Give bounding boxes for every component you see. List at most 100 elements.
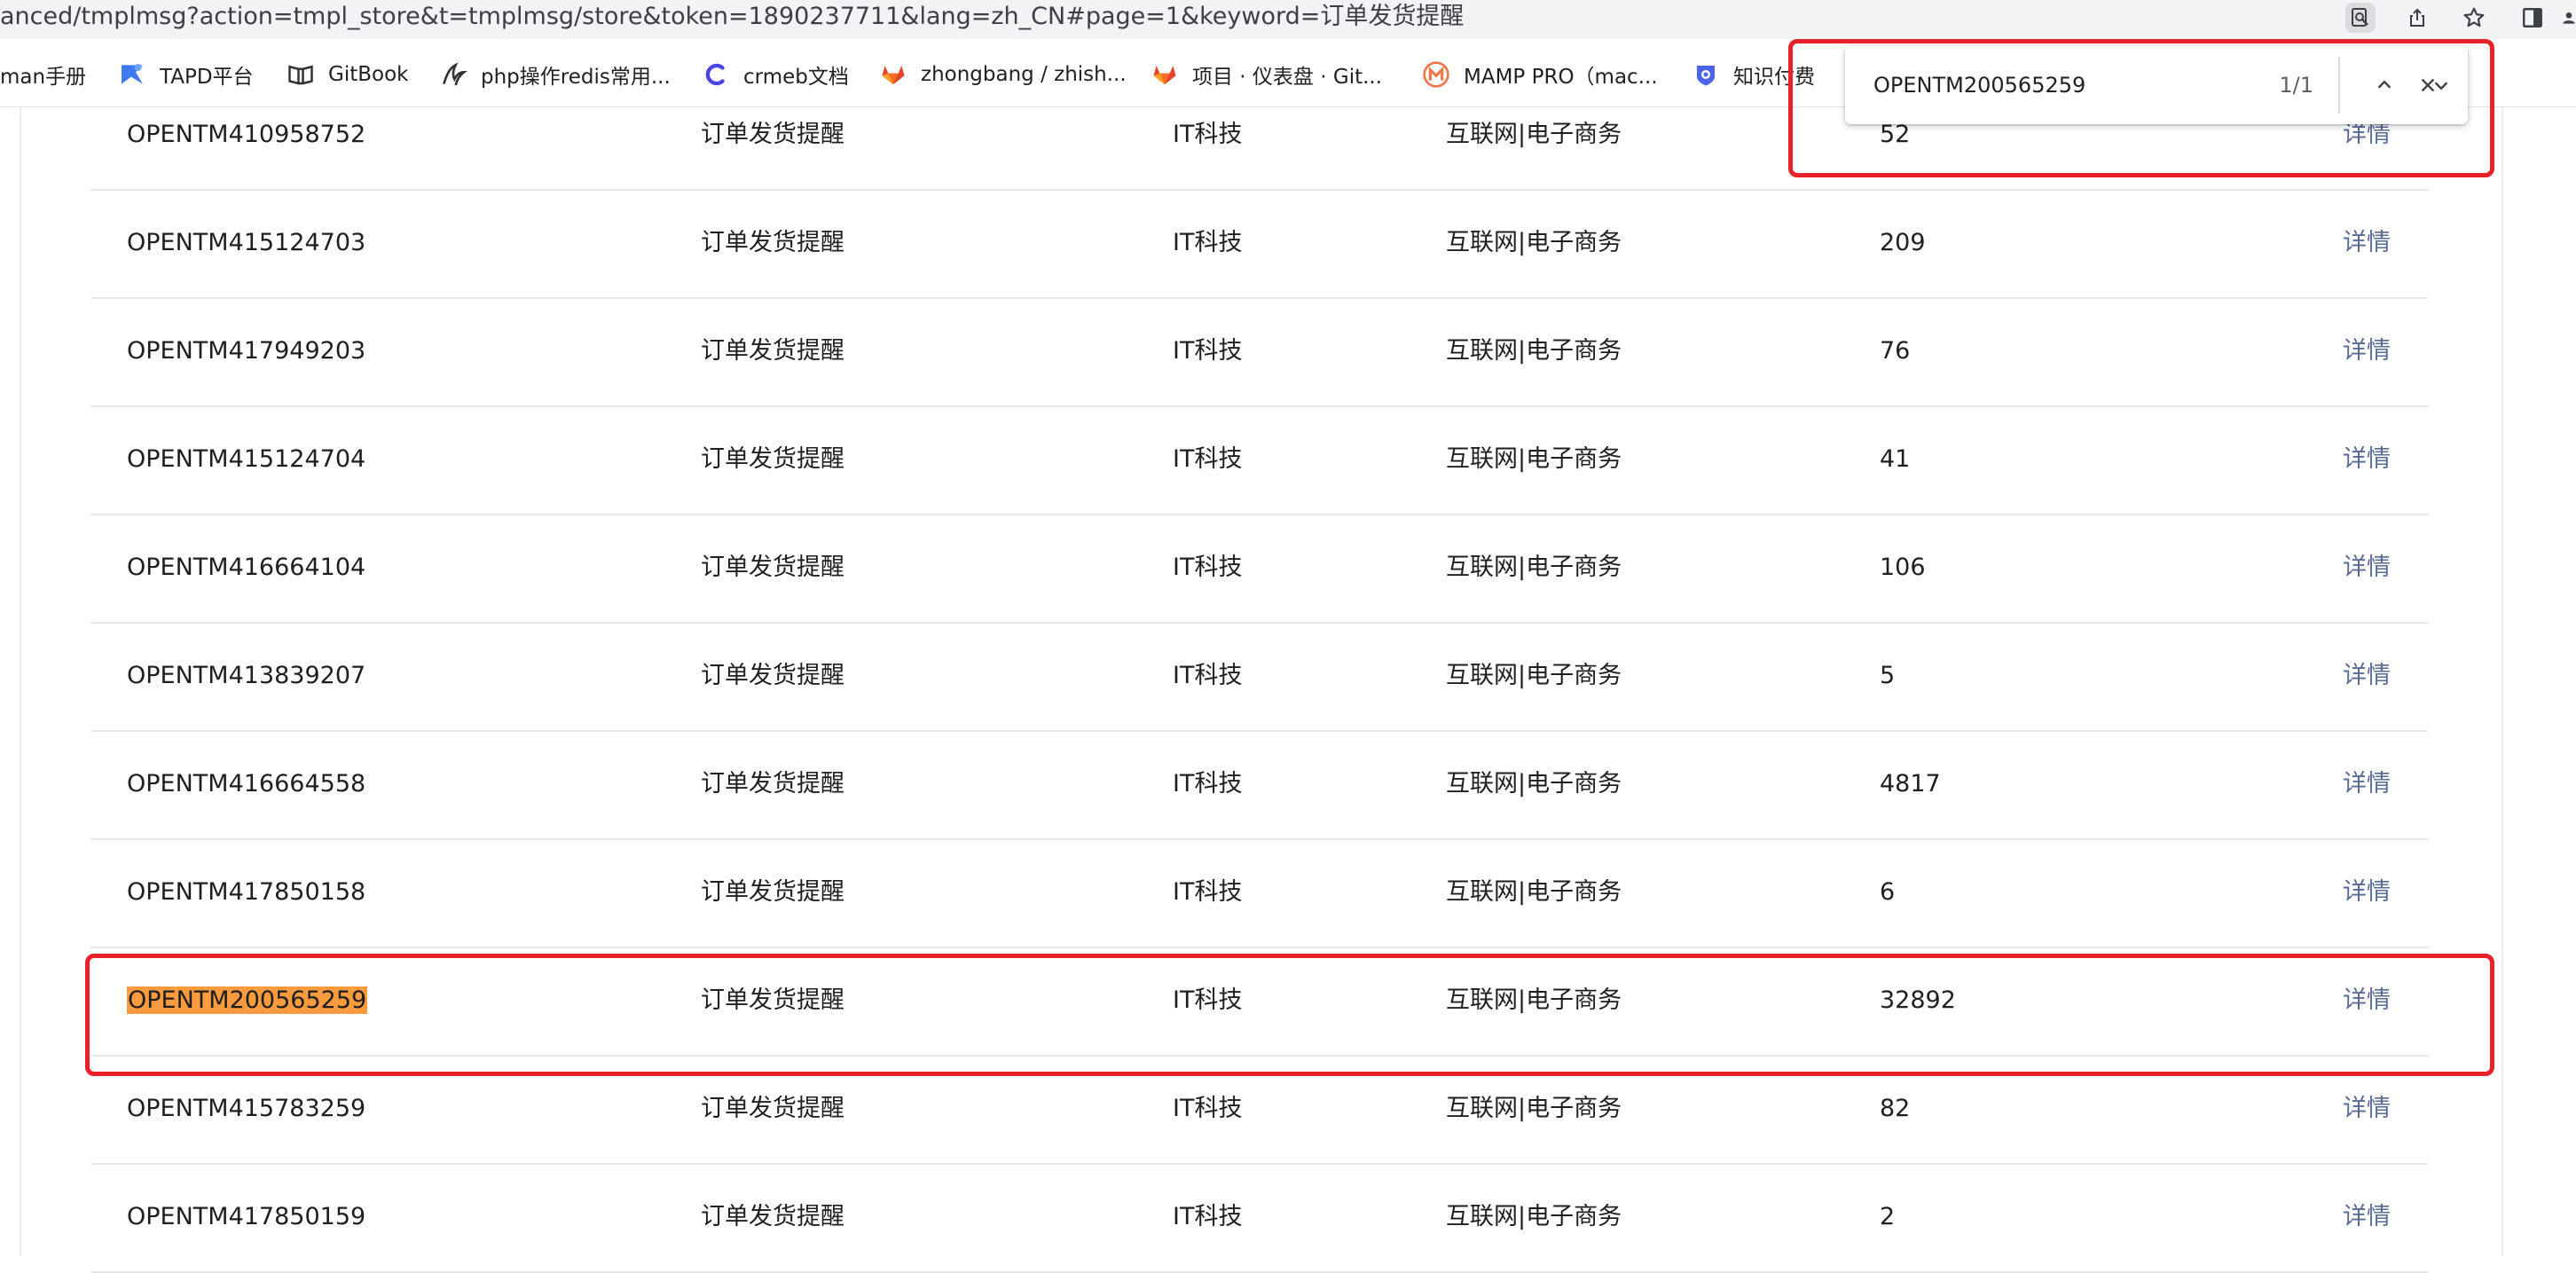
template-title: 订单发货提醒 <box>701 297 844 405</box>
template-title-text: 订单发货提醒 <box>701 1203 844 1230</box>
template-usage-count: 6 <box>1880 838 1895 947</box>
side-panel-icon[interactable] <box>2517 3 2548 33</box>
template-usage-count-text: 2 <box>1880 1203 1896 1230</box>
template-usage-count: 76 <box>1880 297 1910 405</box>
template-title: 订单发货提醒 <box>701 1163 844 1271</box>
template-title: 订单发货提醒 <box>701 838 844 947</box>
page-border <box>2501 107 2503 1256</box>
template-industry: IT科技 <box>1173 405 1242 514</box>
details-link[interactable]: 详情 <box>2343 1163 2391 1271</box>
details-link[interactable]: 详情 <box>2343 622 2391 730</box>
template-sub-industry: 互联网|电子商务 <box>1446 838 1622 947</box>
table-row: OPENTM416664558 订单发货提醒 IT科技 互联网|电子商务 4817 详情 <box>91 730 2428 840</box>
table-row: OPENTM417949203 订单发货提醒 IT科技 互联网|电子商务 76 详情 <box>91 297 2428 407</box>
template-industry: IT科技 <box>1173 730 1242 838</box>
template-id: OPENTM417949203 <box>127 297 365 405</box>
template-id-text: OPENTM415124704 <box>127 445 366 473</box>
template-usage-count-text: 106 <box>1880 554 1926 581</box>
template-id: OPENTM413839207 <box>127 622 365 730</box>
template-industry-text: IT科技 <box>1173 445 1243 473</box>
address-bar[interactable]: anced/tmplmsg?action=tmpl_store&t=tmplms… <box>0 0 2576 39</box>
template-industry: IT科技 <box>1173 622 1242 730</box>
find-in-page-icon[interactable] <box>2345 3 2376 33</box>
template-industry: IT科技 <box>1173 514 1242 622</box>
template-id: OPENTM410958752 <box>127 81 365 189</box>
template-title: 订单发货提醒 <box>701 622 844 730</box>
table-row: OPENTM416664104 订单发货提醒 IT科技 互联网|电子商务 106 详情 <box>91 514 2428 624</box>
template-sub-industry: 互联网|电子商务 <box>1446 730 1622 838</box>
template-id-text: OPENTM417850159 <box>127 1203 366 1230</box>
template-usage-count: 106 <box>1880 514 1926 622</box>
template-sub-industry: 互联网|电子商务 <box>1446 81 1622 189</box>
template-title: 订单发货提醒 <box>701 514 844 622</box>
template-title-text: 订单发货提醒 <box>701 554 844 581</box>
table-row: OPENTM415124703 订单发货提醒 IT科技 互联网|电子商务 209 详情 <box>91 189 2428 299</box>
template-usage-count: 5 <box>1880 622 1895 730</box>
template-industry-text: IT科技 <box>1173 554 1243 581</box>
template-title: 订单发货提醒 <box>701 405 844 514</box>
template-title: 订单发货提醒 <box>701 730 844 838</box>
template-id-text: OPENTM417949203 <box>127 337 366 365</box>
template-sub-industry: 互联网|电子商务 <box>1446 514 1622 622</box>
table-row: OPENTM417850158 订单发货提醒 IT科技 互联网|电子商务 6 详情 <box>91 838 2428 948</box>
template-title-text: 订单发货提醒 <box>701 1095 844 1122</box>
template-industry: IT科技 <box>1173 189 1242 297</box>
template-usage-count-text: 5 <box>1880 662 1896 689</box>
details-link[interactable]: 详情 <box>2343 189 2391 297</box>
details-link[interactable]: 详情 <box>2343 405 2391 514</box>
template-industry: IT科技 <box>1173 297 1242 405</box>
template-sub-industry: 互联网|电子商务 <box>1446 189 1622 297</box>
profile-icon[interactable] <box>2562 3 2576 33</box>
template-industry-text: IT科技 <box>1173 337 1243 365</box>
template-id-text: OPENTM410958752 <box>127 121 366 148</box>
table-row: OPENTM413839207 订单发货提醒 IT科技 互联网|电子商务 5 详情 <box>91 622 2428 732</box>
template-industry-text: IT科技 <box>1173 229 1243 256</box>
template-sub-industry-text: 互联网|电子商务 <box>1446 770 1622 798</box>
annotation-find-bar <box>1788 39 2494 177</box>
details-link[interactable]: 详情 <box>2343 730 2391 838</box>
share-icon[interactable] <box>2402 3 2432 33</box>
template-usage-count-text: 6 <box>1880 878 1896 906</box>
template-id-text: OPENTM415783259 <box>127 1095 366 1122</box>
template-sub-industry-text: 互联网|电子商务 <box>1446 878 1622 906</box>
template-usage-count: 41 <box>1880 405 1910 514</box>
template-sub-industry: 互联网|电子商务 <box>1446 1163 1622 1271</box>
template-industry-text: IT科技 <box>1173 1203 1243 1230</box>
template-sub-industry-text: 互联网|电子商务 <box>1446 229 1622 256</box>
template-industry-text: IT科技 <box>1173 770 1243 798</box>
template-usage-count-text: 82 <box>1880 1095 1911 1122</box>
template-title-text: 订单发货提醒 <box>701 229 844 256</box>
bookmark-label: man手册 <box>0 66 87 89</box>
details-link[interactable]: 详情 <box>2343 838 2391 947</box>
template-industry: IT科技 <box>1173 81 1242 189</box>
template-title: 订单发货提醒 <box>701 81 844 189</box>
template-industry-text: IT科技 <box>1173 662 1243 689</box>
details-link[interactable]: 详情 <box>2343 297 2391 405</box>
template-sub-industry: 互联网|电子商务 <box>1446 297 1622 405</box>
template-sub-industry-text: 互联网|电子商务 <box>1446 1095 1622 1122</box>
template-sub-industry-text: 互联网|电子商务 <box>1446 554 1622 581</box>
template-id-text: OPENTM413839207 <box>127 662 366 689</box>
details-link[interactable]: 详情 <box>2343 514 2391 622</box>
template-usage-count: 2 <box>1880 1163 1895 1271</box>
template-title-text: 订单发货提醒 <box>701 337 844 365</box>
template-sub-industry-text: 互联网|电子商务 <box>1446 337 1622 365</box>
url-text[interactable]: anced/tmplmsg?action=tmpl_store&t=tmplms… <box>0 0 1464 35</box>
template-usage-count: 4817 <box>1880 730 1941 838</box>
template-id: OPENTM415124704 <box>127 405 365 514</box>
template-title: 订单发货提醒 <box>701 189 844 297</box>
template-industry-text: IT科技 <box>1173 121 1243 148</box>
template-title-text: 订单发货提醒 <box>701 878 844 906</box>
annotation-highlight-row <box>85 954 2494 1076</box>
template-sub-industry: 互联网|电子商务 <box>1446 622 1622 730</box>
star-icon[interactable] <box>2459 3 2489 33</box>
template-id: OPENTM415124703 <box>127 189 365 297</box>
bookmark-man[interactable]: man手册 <box>0 57 86 92</box>
template-sub-industry-text: 互联网|电子商务 <box>1446 121 1622 148</box>
page-border <box>20 107 21 1256</box>
template-id: OPENTM416664104 <box>127 514 365 622</box>
template-id-text: OPENTM415124703 <box>127 229 366 256</box>
template-title-text: 订单发货提醒 <box>701 121 844 148</box>
template-usage-count: 209 <box>1880 189 1926 297</box>
template-usage-count-text: 4817 <box>1880 770 1941 798</box>
